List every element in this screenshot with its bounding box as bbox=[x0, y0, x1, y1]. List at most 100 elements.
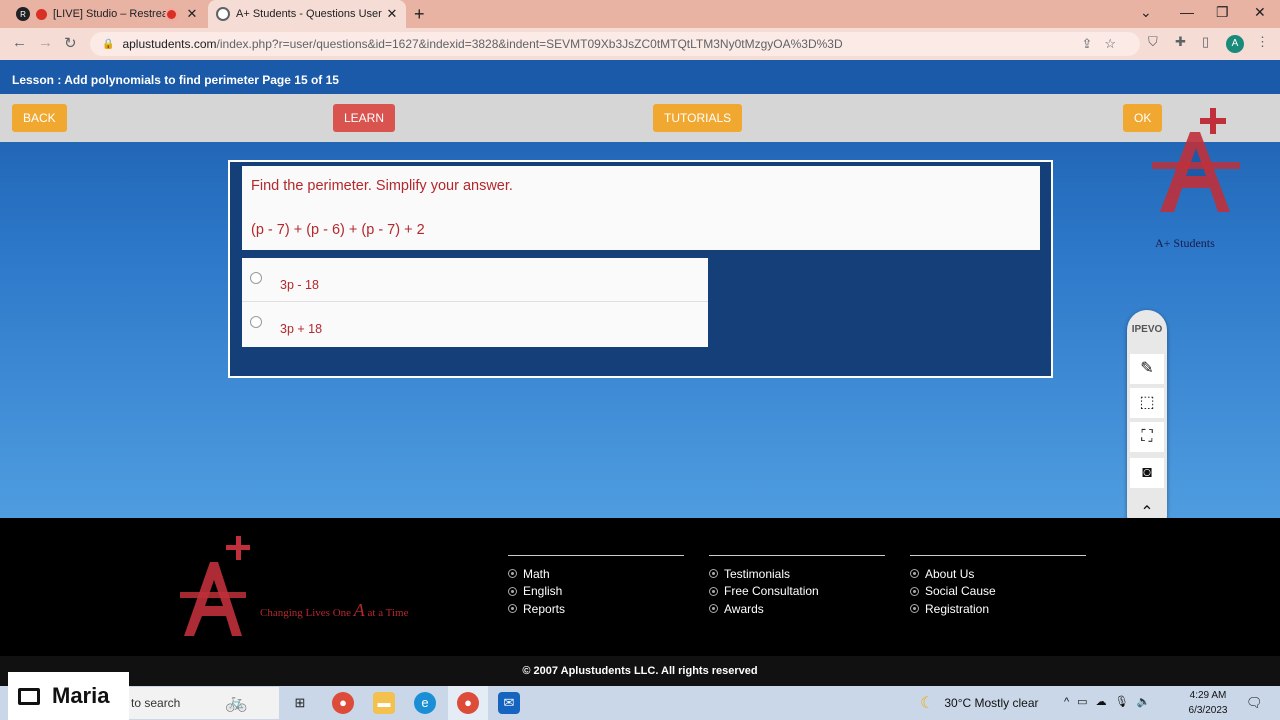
menu-dots-icon[interactable]: ⋮ bbox=[1256, 34, 1269, 50]
url-path: /index.php?r=user/questions&id=1627&inde… bbox=[216, 37, 843, 51]
learn-button[interactable]: LEARN bbox=[333, 104, 396, 132]
answer-label: 3p + 18 bbox=[280, 322, 323, 336]
system-tray[interactable]: ^▭☁🎙🔈 bbox=[1064, 695, 1158, 708]
clock-date: 6/3/2023 bbox=[1188, 705, 1228, 716]
chrome-active-icon[interactable]: ● bbox=[457, 692, 479, 714]
footer-column-about: About Us Social Cause Registration bbox=[910, 555, 1086, 618]
pen-icon[interactable]: ✎ bbox=[1130, 354, 1164, 384]
tab-aplus-students[interactable]: A+ Students - Questions User ✕ bbox=[208, 0, 406, 28]
forward-arrow-icon[interactable]: → bbox=[38, 34, 53, 51]
volume-icon[interactable]: 🔈 bbox=[1137, 696, 1159, 708]
brand-name: A+ Students bbox=[1155, 236, 1215, 250]
close-window-icon[interactable]: ✕ bbox=[1254, 4, 1266, 21]
globe-icon bbox=[216, 7, 230, 21]
bullet-icon bbox=[709, 586, 718, 596]
maximize-icon[interactable]: ❐ bbox=[1216, 4, 1229, 21]
extensions-puzzle-icon[interactable]: ✚ bbox=[1175, 34, 1186, 50]
footer-column-subjects: Math English Reports bbox=[508, 555, 684, 618]
page-content: Lesson : Add polynomials to find perimet… bbox=[0, 60, 1280, 518]
network-icon[interactable]: ☁ bbox=[1096, 696, 1115, 708]
footer-link-free-consultation[interactable]: Free Consultation bbox=[709, 583, 885, 601]
answer-option[interactable]: 3p + 18 bbox=[242, 302, 708, 346]
footer-link-registration[interactable]: Registration bbox=[910, 600, 1086, 618]
aplus-logo bbox=[1152, 108, 1240, 212]
chrome-icon[interactable]: ● bbox=[332, 692, 354, 714]
browser-tab-bar: R [LIVE] Studio – Restream ✕ A+ Students… bbox=[0, 0, 1280, 28]
back-button[interactable]: BACK bbox=[12, 104, 67, 132]
radio-button[interactable] bbox=[250, 272, 262, 284]
region-icon[interactable]: ⛶ bbox=[1130, 422, 1164, 452]
close-tab-icon[interactable]: ✕ bbox=[384, 6, 400, 22]
footer-link-awards[interactable]: Awards bbox=[709, 600, 885, 618]
side-panel-icon[interactable]: ▯ bbox=[1202, 34, 1209, 50]
mail-icon[interactable]: ✉ bbox=[498, 692, 520, 714]
url-field[interactable]: 🔒 aplustudents.com/index.php?r=user/ques… bbox=[90, 32, 1140, 56]
share-icon[interactable]: ⇪ bbox=[1081, 36, 1104, 51]
restream-icon: R bbox=[16, 7, 30, 21]
tagline-mark: A bbox=[353, 600, 365, 620]
bullet-icon bbox=[508, 604, 517, 614]
bicycle-icon: 🚲 bbox=[225, 692, 248, 712]
footer-link-label: Math bbox=[523, 566, 550, 581]
monitor-icon bbox=[18, 687, 40, 705]
bullet-icon bbox=[709, 569, 718, 579]
tab-search-icon[interactable]: ⌄ bbox=[1140, 4, 1152, 21]
radio-button[interactable] bbox=[250, 316, 262, 328]
microphone-icon[interactable]: 🎙 bbox=[1115, 696, 1137, 708]
bullet-icon bbox=[910, 604, 919, 614]
shield-extension-icon[interactable]: ⛉ bbox=[1148, 34, 1158, 50]
question-expression: (p - 7) + (p - 6) + (p - 7) + 2 bbox=[251, 222, 425, 238]
profile-avatar[interactable]: A bbox=[1226, 35, 1244, 53]
answer-options: 3p - 18 3p + 18 bbox=[242, 258, 708, 347]
footer-link-english[interactable]: English bbox=[508, 583, 684, 601]
tagline-text: at a Time bbox=[367, 607, 409, 619]
weather-widget[interactable]: ☾ 30°C Mostly clear bbox=[920, 686, 1039, 720]
footer-link-math[interactable]: Math bbox=[508, 565, 684, 583]
taskbar-search[interactable]: to search 🚲 bbox=[129, 687, 279, 719]
new-tab-icon[interactable]: + bbox=[414, 4, 425, 25]
file-explorer-icon[interactable]: ▬ bbox=[373, 692, 395, 714]
tagline-text: Changing Lives One bbox=[260, 607, 352, 619]
taskbar-clock[interactable]: 4:29 AM 6/3/2023 bbox=[1182, 688, 1234, 718]
ipevo-toolbar: IPEVO ✎ ⬚ ⛶ ◙ ⌃ bbox=[1127, 310, 1167, 536]
snapshot-icon[interactable]: ⬚ bbox=[1130, 388, 1164, 418]
tutorials-button[interactable]: TUTORIALS bbox=[653, 104, 743, 132]
footer-link-testimonials[interactable]: Testimonials bbox=[709, 565, 885, 583]
bullet-icon bbox=[508, 569, 517, 579]
bookmark-star-icon[interactable]: ☆ bbox=[1104, 36, 1128, 51]
lesson-title: Lesson : Add polynomials to find perimet… bbox=[0, 60, 1280, 94]
back-arrow-icon[interactable]: ← bbox=[12, 34, 27, 51]
bullet-icon bbox=[910, 569, 919, 579]
footer-link-social-cause[interactable]: Social Cause bbox=[910, 583, 1086, 601]
footer-link-label: English bbox=[523, 584, 563, 599]
footer-link-label: Reports bbox=[523, 601, 566, 616]
recording-icon bbox=[167, 9, 176, 19]
footer-link-about-us[interactable]: About Us bbox=[910, 565, 1086, 583]
close-tab-icon[interactable]: ✕ bbox=[184, 6, 200, 22]
minimize-icon[interactable]: — bbox=[1180, 4, 1194, 20]
footer-link-reports[interactable]: Reports bbox=[508, 600, 684, 618]
live-icon bbox=[36, 8, 47, 20]
question-text-box: Find the perimeter. Simplify your answer… bbox=[242, 166, 1040, 250]
tab-title: [LIVE] Studio – Restream bbox=[53, 8, 167, 20]
camera-icon[interactable]: ◙ bbox=[1130, 458, 1164, 488]
task-view-icon[interactable]: ⊞ bbox=[289, 692, 311, 714]
chevron-up-icon[interactable]: ^ bbox=[1064, 696, 1077, 708]
bullet-icon bbox=[910, 586, 919, 596]
answer-option[interactable]: 3p - 18 bbox=[242, 258, 708, 302]
notification-icon[interactable]: 🗨 bbox=[1246, 695, 1263, 711]
footer-link-label: About Us bbox=[925, 566, 975, 581]
reload-icon[interactable]: ↻ bbox=[64, 34, 77, 52]
display-icon[interactable]: ▭ bbox=[1077, 696, 1095, 708]
clock-time: 4:29 AM bbox=[1189, 690, 1227, 701]
url-host: aplustudents.com bbox=[122, 37, 217, 51]
edge-icon[interactable]: e bbox=[414, 692, 436, 714]
user-name: Maria bbox=[52, 683, 110, 708]
footer-link-label: Testimonials bbox=[724, 566, 791, 581]
tab-title: A+ Students - Questions User bbox=[236, 8, 382, 20]
moon-icon: ☾ bbox=[920, 695, 935, 712]
tab-restream[interactable]: R [LIVE] Studio – Restream ✕ bbox=[8, 0, 206, 28]
footer-logo bbox=[180, 536, 250, 636]
footer-link-label: Awards bbox=[724, 601, 764, 616]
site-footer: Changing Lives One A at a Time Math Engl… bbox=[0, 518, 1280, 656]
